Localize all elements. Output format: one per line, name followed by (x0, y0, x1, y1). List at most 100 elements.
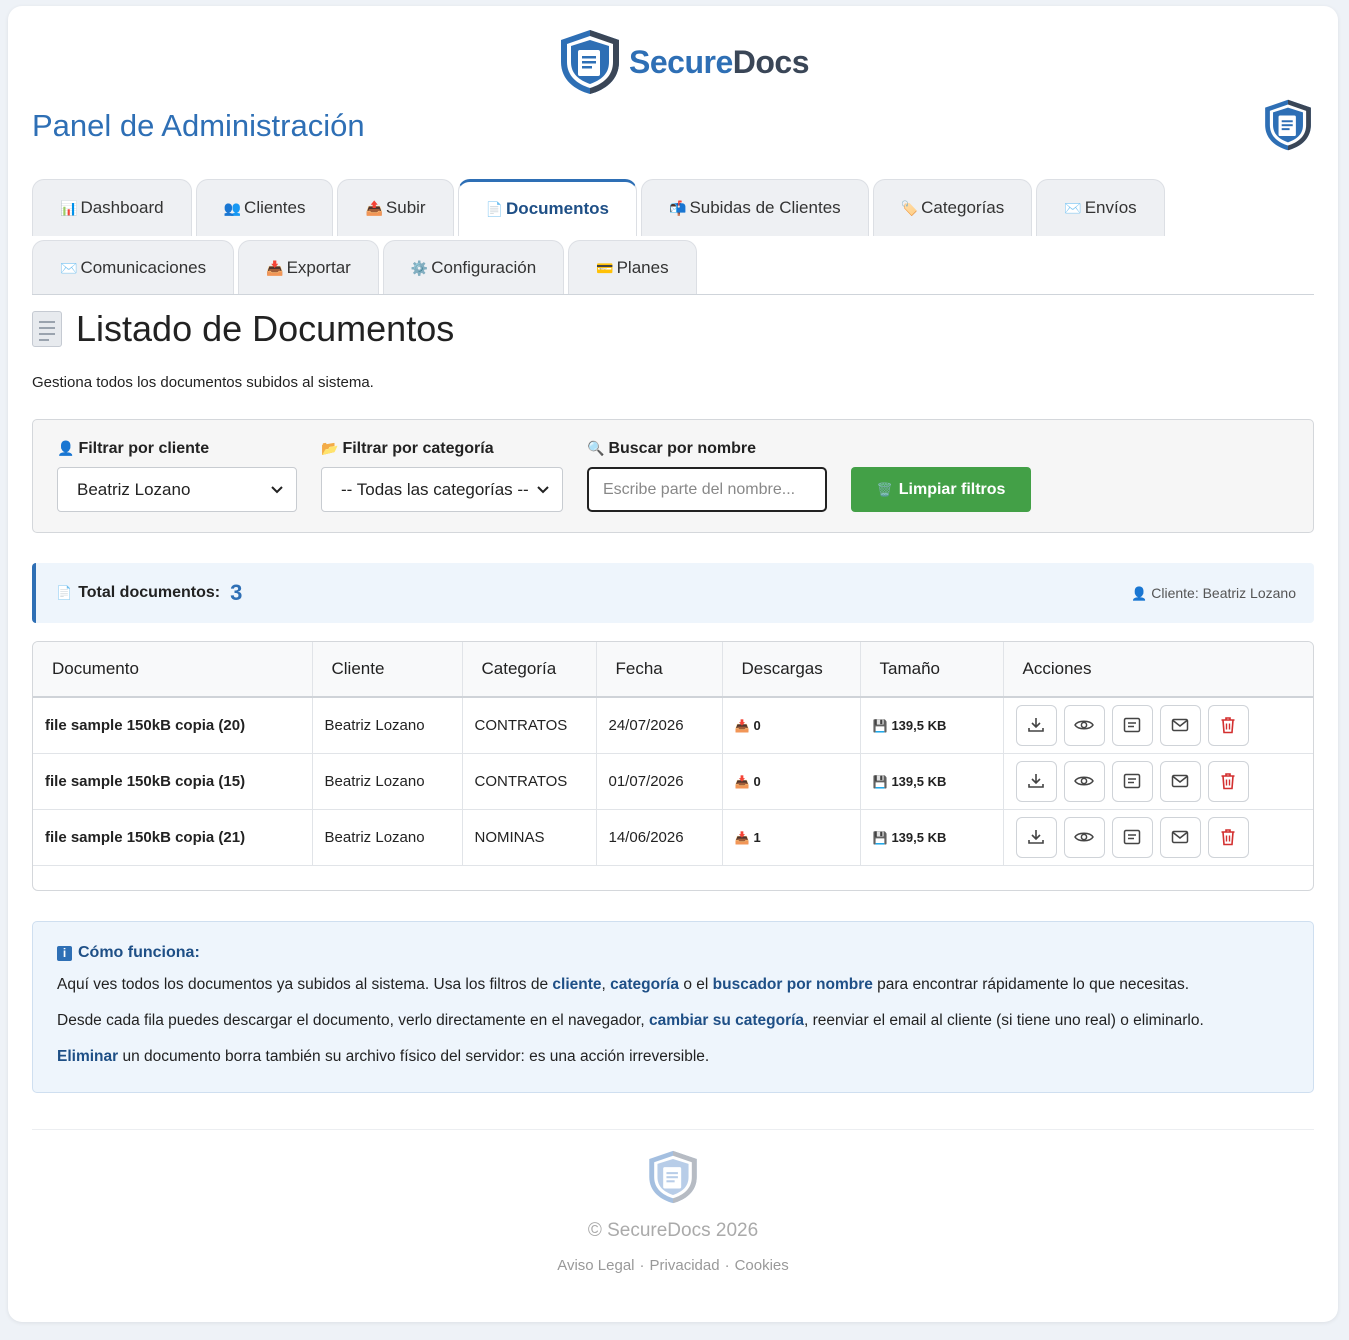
envelope-icon (1171, 830, 1189, 844)
table-row: file sample 150kB copia (21) Beatriz Loza… (33, 809, 1313, 866)
gear-icon: ⚙️ (410, 259, 429, 276)
download-tray-icon: 📥 (734, 718, 750, 733)
view-button[interactable] (1063, 704, 1105, 746)
info-icon: i (57, 945, 72, 961)
tab-dashboard[interactable]: 📊 Dashboard (32, 179, 192, 236)
envelope-icon (1171, 718, 1189, 732)
footer-logo (646, 1149, 700, 1210)
document-name[interactable]: file sample 150kB copia (20) (33, 697, 313, 754)
tab-comunicaciones[interactable]: ✉️ Comunicaciones (32, 240, 235, 295)
delete-button[interactable] (1207, 816, 1249, 858)
download-icon (1027, 828, 1045, 846)
envelope-icon: ✉️ (1064, 199, 1082, 216)
client-select[interactable]: Beatriz Lozano (57, 467, 297, 512)
col-categoria[interactable]: Categoría (462, 642, 597, 698)
col-tamano[interactable]: Tamaño (860, 642, 1004, 698)
table-row: file sample 150kB copia (15) Beatriz Loza… (33, 753, 1313, 810)
trash-icon (1220, 772, 1236, 790)
col-descargas[interactable]: Descargas (722, 642, 861, 698)
view-button[interactable] (1063, 816, 1105, 858)
download-icon (1027, 772, 1045, 790)
document-icon (32, 311, 62, 347)
copyright-text: © SecureDocs 2026 (587, 1220, 759, 1241)
chevron-down-icon (537, 485, 549, 493)
info-title: i Cómo funciona: (57, 944, 1289, 962)
category-card-icon (1123, 773, 1141, 789)
tab-row-1: 📊 Dashboard 👥 Clientes 📤 Subir 📄 Documentos … (32, 179, 1314, 236)
user-icon: 👤 (57, 440, 75, 456)
tab-planes[interactable]: 💳 Planes (568, 240, 697, 295)
info-paragraph-1: Aquí ves todos los documentos ya subidos… (57, 976, 1190, 993)
total-count: 3 (230, 580, 243, 605)
document-icon: 📄 (485, 200, 504, 217)
category-card-icon (1123, 829, 1141, 845)
download-count: 📥 1 (722, 809, 861, 866)
download-count: 📥 0 (722, 697, 861, 754)
delete-button[interactable] (1207, 704, 1249, 746)
brand-logo[interactable]: SecureDocs (557, 28, 809, 96)
category-name: CONTRATOS (462, 697, 597, 754)
tab-envios[interactable]: ✉️ Envíos (1036, 179, 1165, 236)
view-button[interactable] (1063, 760, 1105, 802)
chart-icon: 📊 (60, 199, 78, 216)
resend-email-button[interactable] (1159, 704, 1201, 746)
download-button[interactable] (1015, 704, 1057, 746)
download-button[interactable] (1015, 760, 1057, 802)
footer-link-privacidad[interactable]: Privacidad (650, 1257, 720, 1274)
file-size: 💾 139,5 KB (860, 753, 1004, 810)
change-category-button[interactable] (1111, 816, 1153, 858)
client-filter-label: 👤 Filtrar por cliente (57, 440, 210, 457)
total-banner: 📄 Total documentos: 3 👤 Cliente: Beatriz… (32, 563, 1314, 623)
eye-icon (1074, 774, 1094, 788)
resend-email-button[interactable] (1159, 760, 1201, 802)
footer-link-aviso-legal[interactable]: Aviso Legal (557, 1257, 634, 1274)
change-category-button[interactable] (1111, 760, 1153, 802)
documents-table: Documento Cliente Categoría Fecha Descar… (32, 641, 1314, 891)
category-select[interactable]: -- Todas las categorías -- (321, 467, 563, 512)
footer-link-cookies[interactable]: Cookies (735, 1257, 789, 1274)
tab-exportar[interactable]: 📥 Exportar (238, 240, 379, 295)
change-category-button[interactable] (1111, 704, 1153, 746)
col-documento[interactable]: Documento (33, 642, 313, 698)
document-icon: 📄 (56, 585, 73, 600)
download-count: 📥 0 (722, 753, 861, 810)
trash-icon (1220, 828, 1236, 846)
client-name: Beatriz Lozano (312, 697, 463, 754)
tag-icon: 🏷️ (900, 199, 919, 216)
tab-row-2: ✉️ Comunicaciones 📥 Exportar ⚙️ Configuraci… (32, 240, 1314, 295)
col-cliente[interactable]: Cliente (312, 642, 463, 698)
tab-configuracion[interactable]: ⚙️ Configuración (382, 240, 565, 295)
card-icon: 💳 (596, 259, 614, 276)
client-name: Beatriz Lozano (312, 809, 463, 866)
section-header: Listado de Documentos (32, 308, 454, 350)
category-filter-label: 📂 Filtrar por categoría (321, 440, 494, 457)
client-filter: 👤 Filtrar por cliente Beatriz Lozano (57, 440, 297, 512)
name-search: 🔍 Buscar por nombre Escribe parte del nom… (587, 440, 827, 512)
filters-panel: 👤 Filtrar por cliente Beatriz Lozano 📂 Fil… (32, 419, 1314, 533)
table-row: file sample 150kB copia (20) Beatriz Loza… (33, 697, 1313, 754)
tab-clientes[interactable]: 👥 Clientes (195, 179, 334, 236)
client-name: Beatriz Lozano (312, 753, 463, 810)
section-subtitle: Gestiona todos los documentos subidos al… (32, 374, 374, 391)
category-card-icon (1123, 717, 1141, 733)
page-title: Panel de Administración (32, 108, 365, 143)
shield-logo-icon (1265, 99, 1311, 151)
tab-documentos[interactable]: 📄 Documentos (457, 179, 637, 236)
search-input[interactable]: Escribe parte del nombre... (587, 467, 827, 512)
table-header-row: Documento Cliente Categoría Fecha Descar… (33, 642, 1313, 698)
download-icon (1027, 716, 1045, 734)
download-button[interactable] (1015, 816, 1057, 858)
tab-subidas-clientes[interactable]: 📬 Subidas de Clientes (641, 179, 869, 236)
delete-button[interactable] (1207, 760, 1249, 802)
tab-subir[interactable]: 📤 Subir (337, 179, 454, 236)
document-name[interactable]: file sample 150kB copia (21) (33, 809, 313, 866)
resend-email-button[interactable] (1159, 816, 1201, 858)
chevron-down-icon (271, 485, 283, 493)
trash-icon (1220, 716, 1236, 734)
clear-filters-button[interactable]: 🗑️ Limpiar filtros (851, 467, 1031, 512)
col-fecha[interactable]: Fecha (596, 642, 723, 698)
row-actions (1003, 809, 1313, 866)
document-name[interactable]: file sample 150kB copia (15) (33, 753, 313, 810)
tab-categorias[interactable]: 🏷️ Categorías (872, 179, 1033, 236)
download-tray-icon: 📥 (734, 830, 750, 845)
